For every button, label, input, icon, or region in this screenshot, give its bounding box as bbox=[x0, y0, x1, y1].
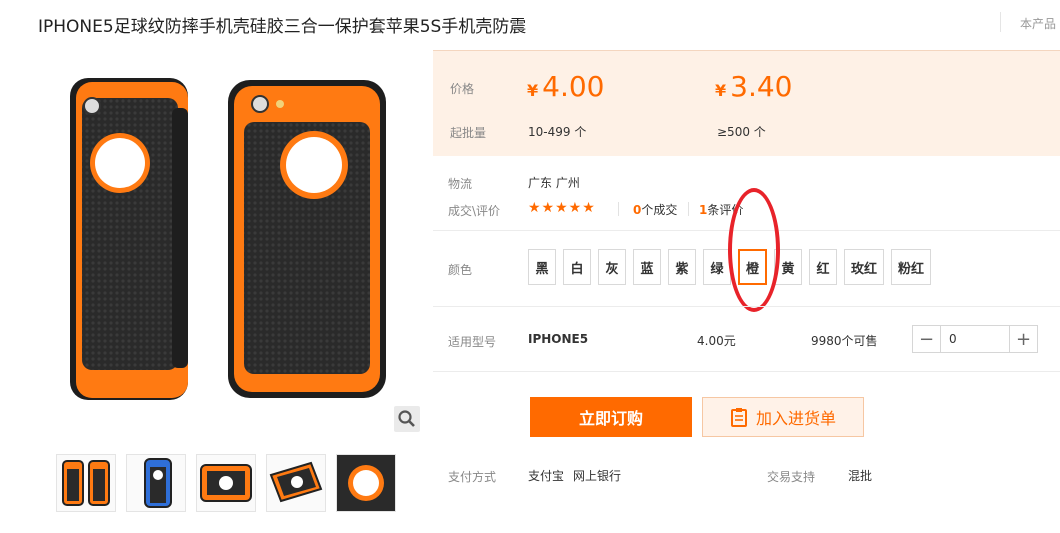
thumbnail[interactable] bbox=[336, 454, 396, 512]
trade-support-value: 混批 bbox=[848, 469, 873, 483]
minus-icon: − bbox=[918, 328, 935, 350]
increase-button[interactable]: + bbox=[1009, 326, 1037, 352]
deals-link[interactable]: 0个成交 bbox=[633, 201, 677, 218]
buy-now-button[interactable]: 立即订购 bbox=[530, 397, 692, 437]
annotation-circle bbox=[728, 188, 780, 312]
thumbnail[interactable] bbox=[266, 454, 326, 512]
tier-2-range: ≥500 个 bbox=[717, 125, 766, 139]
payment-method-alipay: 支付宝 bbox=[528, 469, 565, 483]
add-to-cart-button[interactable]: 加入进货单 bbox=[702, 397, 864, 437]
add-to-cart-label: 加入进货单 bbox=[755, 409, 836, 428]
model-name: IPHONE5 bbox=[528, 332, 589, 346]
price-panel bbox=[433, 50, 1060, 156]
divider bbox=[618, 202, 619, 216]
thumbnail-strip bbox=[56, 454, 396, 512]
clipboard-icon bbox=[730, 408, 747, 427]
thumbnail[interactable] bbox=[56, 454, 116, 512]
divider bbox=[433, 371, 1060, 372]
quantity-input[interactable]: 0 bbox=[941, 326, 1009, 352]
color-option-pink[interactable]: 粉红 bbox=[891, 249, 932, 285]
product-title: IPHONE5足球纹防摔手机壳硅胶三合一保护套苹果5S手机壳防震 bbox=[38, 17, 527, 37]
model-stock: 9980个可售 bbox=[811, 334, 878, 348]
trade-support-label: 交易支持 bbox=[767, 470, 816, 484]
price-tier-1: ¥4.00 bbox=[527, 70, 605, 103]
color-option-white[interactable]: 白 bbox=[563, 249, 591, 285]
color-label: 颜色 bbox=[448, 263, 473, 277]
product-notice[interactable]: 本产品 bbox=[1020, 15, 1056, 32]
color-option-purple[interactable]: 紫 bbox=[668, 249, 696, 285]
model-price: 4.00元 bbox=[697, 334, 736, 348]
zoom-button[interactable] bbox=[394, 406, 420, 432]
plus-icon: + bbox=[1015, 328, 1032, 350]
color-option-black[interactable]: 黑 bbox=[528, 249, 556, 285]
divider bbox=[1000, 12, 1001, 32]
moq-label: 起批量 bbox=[450, 126, 487, 140]
thumbnail[interactable] bbox=[126, 454, 186, 512]
logistics-label: 物流 bbox=[448, 177, 473, 191]
payment-method-bank: 网上银行 bbox=[573, 469, 622, 483]
price-label: 价格 bbox=[450, 82, 475, 96]
rating-label: 成交\评价 bbox=[448, 204, 501, 218]
star-rating: ★★★★★ bbox=[528, 200, 596, 216]
divider bbox=[433, 306, 1060, 307]
color-option-blue[interactable]: 蓝 bbox=[633, 249, 661, 285]
zoom-icon bbox=[398, 410, 415, 427]
logistics-value: 广东 广州 bbox=[528, 176, 580, 190]
model-label: 适用型号 bbox=[448, 335, 497, 349]
price-tier-2: ¥3.40 bbox=[715, 70, 793, 103]
color-option-red[interactable]: 红 bbox=[809, 249, 838, 285]
color-option-gray[interactable]: 灰 bbox=[598, 249, 626, 285]
decrease-button[interactable]: − bbox=[913, 326, 941, 352]
thumbnail[interactable] bbox=[196, 454, 256, 512]
tier-1-range: 10-499 个 bbox=[528, 125, 587, 139]
main-product-image[interactable] bbox=[48, 68, 398, 430]
payment-label: 支付方式 bbox=[448, 470, 497, 484]
color-option-rose-red[interactable]: 玫红 bbox=[844, 249, 885, 285]
color-option-green[interactable]: 绿 bbox=[703, 249, 731, 285]
divider bbox=[688, 202, 689, 216]
quantity-stepper: − 0 + bbox=[912, 325, 1038, 353]
